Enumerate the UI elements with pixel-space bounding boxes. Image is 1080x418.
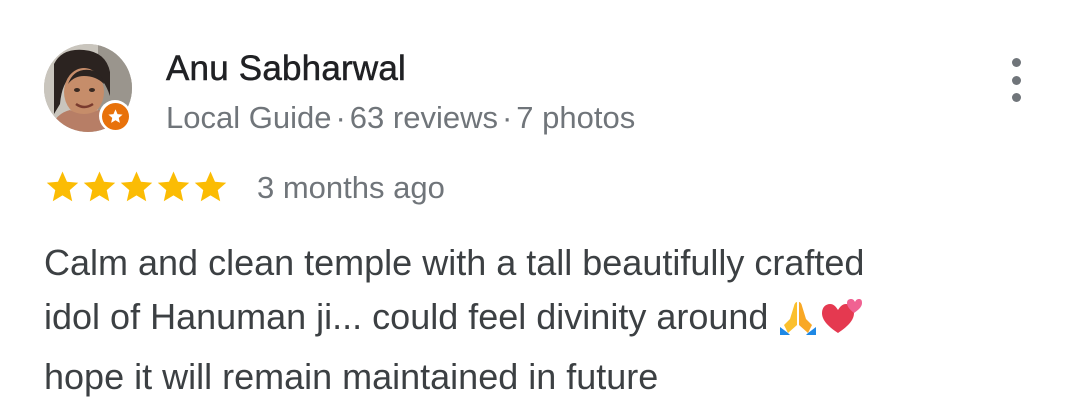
star-icon — [194, 170, 227, 201]
reviewer-review-count: 63 reviews — [349, 100, 498, 135]
folded-hands-emoji — [778, 296, 818, 350]
local-guide-badge — [99, 100, 131, 132]
review-text-line: idol of Hanuman ji... could feel divinit… — [44, 290, 1044, 350]
review-card: Anu Sabharwal Local Guide · 63 reviews · 7 p… — [0, 0, 1080, 418]
star-rating — [44, 168, 229, 206]
reviewer-photo-count: 7 photos — [516, 100, 636, 135]
menu-dot — [1011, 58, 1021, 67]
menu-dot — [1011, 75, 1021, 85]
review-time: 3 months ago — [257, 170, 445, 205]
star-icon — [46, 170, 79, 201]
review-text: Calm and clean temple with a tall beauti… — [44, 236, 1044, 404]
review-text-segment: idol of Hanuman ji... could feel divinit… — [44, 296, 769, 337]
menu-dot — [1011, 93, 1021, 102]
local-guide-star-icon — [101, 102, 129, 130]
reviewer-name[interactable]: Anu Sabharwal — [166, 49, 406, 89]
reviewer-level: Local Guide — [166, 100, 332, 135]
review-text-line: hope it will remain maintained in future — [44, 356, 659, 397]
star-icon — [120, 170, 153, 201]
more-vert-icon[interactable] — [998, 58, 1034, 102]
two-hearts-emoji — [822, 296, 863, 350]
reviewer-meta: Local Guide · 63 reviews · 7 photos — [166, 99, 635, 137]
star-icon — [83, 170, 116, 201]
star-icon — [157, 170, 190, 201]
meta-separator: · — [335, 100, 346, 135]
meta-separator: · — [501, 100, 513, 135]
review-text-line: Calm and clean temple with a tall beauti… — [44, 242, 865, 283]
